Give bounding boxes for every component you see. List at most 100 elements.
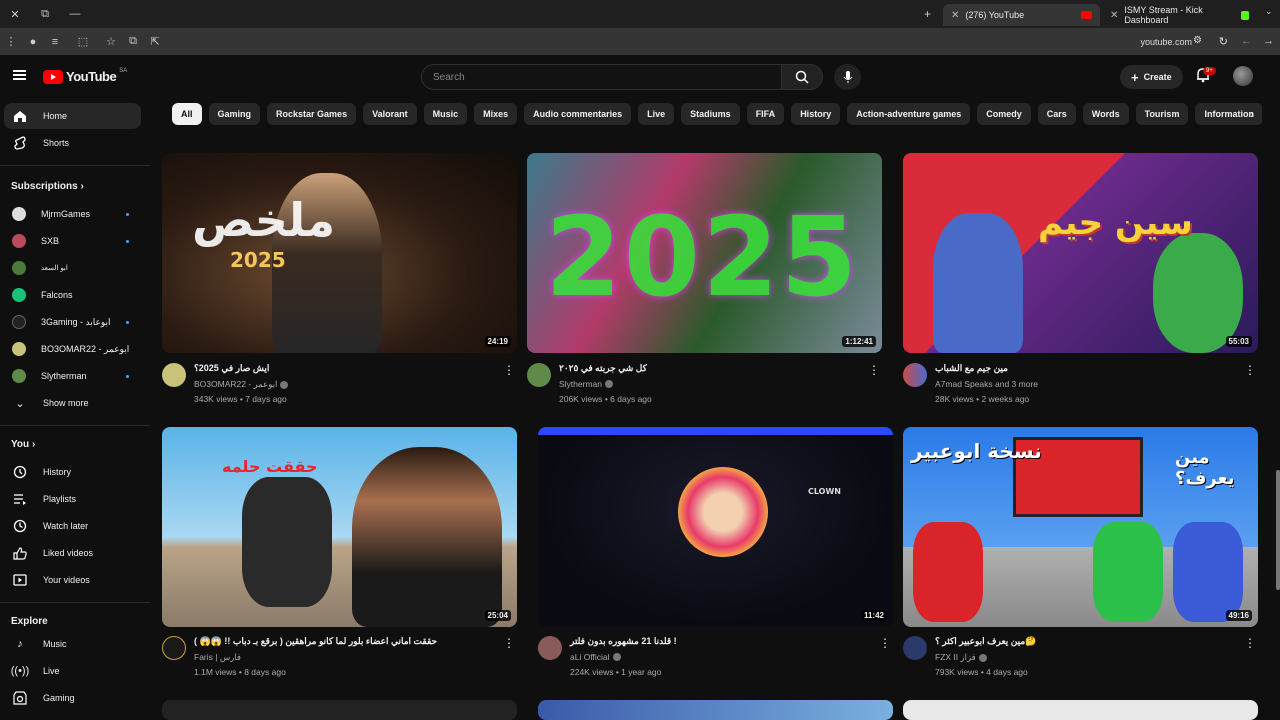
sidebar-item-your-videos[interactable]: Your videos — [4, 567, 141, 593]
sidebar-item-gaming[interactable]: Gaming — [4, 685, 141, 711]
site-settings-icon[interactable]: ⚙ — [1193, 35, 1202, 46]
menu-dots-icon[interactable]: ⋮ — [0, 35, 22, 48]
channel-avatar[interactable] — [162, 363, 186, 387]
video-thumbnail[interactable]: سين جيم 55:03 — [903, 153, 1258, 353]
sidebar-item-subscription[interactable]: Falcons — [4, 282, 141, 308]
chip[interactable]: History — [791, 103, 841, 125]
video-thumbnail[interactable]: ملخص 2025 24:19 — [162, 153, 517, 353]
subscriptions-heading[interactable]: Subscriptions › — [11, 181, 84, 192]
sidebar-item-subscription[interactable]: 3Gaming - ابوعابد — [4, 309, 141, 335]
account-avatar[interactable] — [1233, 66, 1253, 86]
chip[interactable]: Live — [638, 103, 675, 125]
video-thumbnail[interactable]: حققت حلمه 25:04 — [162, 427, 517, 627]
sidebar-item-subscription[interactable]: BO3OMAR22 - ابوعمر — [4, 336, 141, 362]
channel-avatar[interactable] — [538, 636, 562, 660]
channel-name[interactable]: FZX II فزاز — [935, 652, 976, 663]
profile-icon[interactable]: ● — [22, 36, 44, 48]
sidebar-item-subscription[interactable]: ابو السعد — [4, 255, 141, 281]
video-title[interactable]: قلدنا 21 مشهوره بدون فلتر ! — [570, 636, 677, 647]
sidebar-item-history[interactable]: History — [4, 459, 141, 485]
chip-all[interactable]: All — [172, 103, 202, 125]
chip[interactable]: Mixes — [474, 103, 518, 125]
channel-avatar[interactable] — [162, 636, 186, 660]
sidebar-item-live[interactable]: ((•)) Live — [4, 658, 141, 684]
channel-avatar[interactable] — [903, 363, 927, 387]
sidebar-item-home[interactable]: Home — [4, 103, 141, 129]
create-button[interactable]: + Create — [1120, 65, 1183, 89]
chip[interactable]: Comedy — [977, 103, 1031, 125]
copy-icon[interactable]: ⧉ — [122, 35, 144, 48]
address-bar[interactable]: youtube.com — [1140, 37, 1192, 47]
video-thumbnail[interactable] — [903, 700, 1258, 720]
video-thumbnail[interactable] — [162, 700, 517, 720]
new-tab-icon[interactable]: + — [924, 7, 931, 21]
more-options-icon[interactable]: ⋮ — [1244, 363, 1256, 377]
close-window-icon[interactable]: ✕ — [0, 8, 30, 21]
hamburger-menu-icon[interactable] — [13, 70, 26, 80]
bookmark-star-icon[interactable]: ☆ — [100, 35, 122, 48]
playlist-icon[interactable]: ≡ — [44, 36, 66, 48]
video-title[interactable]: كل شي جربته في ٢٠٢٥ — [559, 363, 647, 374]
show-more-button[interactable]: ⌄ Show more — [4, 390, 141, 416]
share-icon[interactable]: ⇱ — [144, 35, 166, 48]
more-options-icon[interactable]: ⋮ — [503, 363, 515, 377]
reload-icon[interactable]: ↻ — [1219, 35, 1228, 48]
you-heading[interactable]: You › — [11, 439, 35, 450]
search-input[interactable]: Search — [421, 64, 782, 90]
more-options-icon[interactable]: ⋮ — [503, 636, 515, 650]
minimize-window-icon[interactable]: — — [60, 8, 90, 20]
extensions-icon[interactable]: ⬚ — [72, 35, 94, 48]
tab-youtube[interactable]: ✕ (276) YouTube — [943, 4, 1100, 26]
chip[interactable]: Words — [1082, 103, 1129, 125]
chip[interactable]: Audio commentaries — [524, 103, 632, 125]
video-title[interactable]: ايش صار في 2025؟ — [194, 363, 269, 374]
video-thumbnail[interactable]: نسخة ابوعبير مين يعرف؟ 49:16 — [903, 427, 1258, 627]
video-title[interactable]: مين جيم مع الشباب — [935, 363, 1008, 374]
sidebar-item-subscription[interactable]: SXB — [4, 228, 141, 254]
sidebar-item-shorts[interactable]: Shorts — [4, 130, 141, 156]
chip[interactable]: Music — [423, 103, 468, 125]
chip[interactable]: Tourism — [1135, 103, 1189, 125]
sidebar-item-playlists[interactable]: Playlists — [4, 486, 141, 512]
sidebar-item-watch-later[interactable]: Watch later — [4, 513, 141, 539]
more-options-icon[interactable]: ⋮ — [868, 363, 880, 377]
person-figure — [913, 522, 983, 622]
chip[interactable]: Action-adventure games — [847, 103, 971, 125]
channel-name[interactable]: Faris | فارس — [194, 652, 241, 663]
video-title[interactable]: حققت اماني اعضاء بلور لما كانو مراهقين (… — [194, 636, 437, 647]
channel-avatar[interactable] — [527, 363, 551, 387]
chip[interactable]: Stadiums — [681, 103, 740, 125]
back-icon[interactable]: → — [1263, 35, 1274, 47]
chip[interactable]: Valorant — [363, 103, 417, 125]
page-scrollbar[interactable] — [1276, 470, 1280, 590]
chip[interactable]: Cars — [1037, 103, 1076, 125]
more-options-icon[interactable]: ⋮ — [1244, 636, 1256, 650]
chip[interactable]: Rockstar Games — [267, 103, 357, 125]
channel-name[interactable]: BO3OMAR22 - ابوعمر — [194, 379, 277, 390]
restore-window-icon[interactable]: ⧉ — [30, 8, 60, 21]
sidebar-item-subscription[interactable]: Slytherman — [4, 363, 141, 389]
sidebar-item-music[interactable]: ♪ Music — [4, 631, 141, 657]
sidebar-item-liked-videos[interactable]: Liked videos — [4, 540, 141, 566]
close-tab-icon[interactable]: ✕ — [1110, 10, 1118, 21]
video-title[interactable]: مين يعرف ابوعبير اكثر ؟🤔 — [935, 636, 1036, 647]
chip[interactable]: FIFA — [746, 103, 785, 125]
more-options-icon[interactable]: ⋮ — [879, 636, 891, 650]
close-tab-icon[interactable]: ✕ — [951, 10, 959, 21]
video-thumbnail[interactable] — [538, 700, 893, 720]
video-thumbnail[interactable]: 2025 1:12:41 — [527, 153, 882, 353]
youtube-logo[interactable]: YouTube SA — [43, 68, 127, 84]
chip[interactable]: Gaming — [208, 103, 261, 125]
chips-next-button[interactable]: › — [1240, 102, 1264, 126]
sidebar-item-subscription[interactable]: MjrmGames — [4, 201, 141, 227]
voice-search-button[interactable] — [834, 64, 861, 90]
video-thumbnail[interactable]: CLOWN 11:42 — [538, 427, 893, 627]
tab-list-icon[interactable]: ⌄ — [1265, 6, 1273, 17]
channel-avatar[interactable] — [903, 636, 927, 660]
channel-name[interactable]: aLi Official — [570, 652, 610, 662]
forward-icon[interactable]: ← — [1241, 35, 1252, 47]
channel-name[interactable]: Slytherman — [559, 379, 602, 389]
search-button[interactable] — [781, 64, 823, 90]
channel-name[interactable]: A7mad Speaks and 3 more — [935, 379, 1038, 389]
tab-kick[interactable]: ✕ ISMY Stream - Kick Dashboard — [1102, 4, 1257, 26]
